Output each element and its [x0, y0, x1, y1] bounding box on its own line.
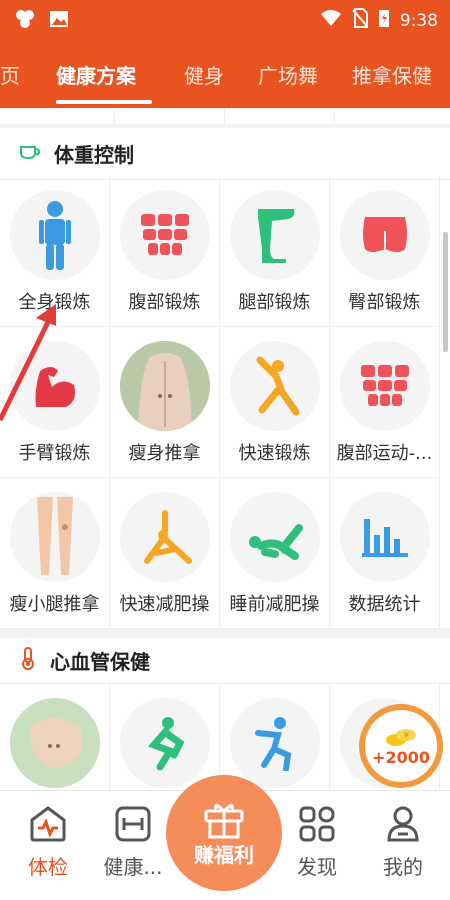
nav-health[interactable]: 健康... — [88, 803, 178, 880]
section-title: 体重控制 — [54, 143, 134, 167]
arm-muscle-icon — [35, 367, 75, 407]
grid-item-quick-exercise[interactable]: 快速锻炼 — [220, 327, 330, 478]
abs-icon — [140, 214, 189, 255]
tab-home[interactable]: 页 — [0, 60, 20, 89]
calf-massage-photo — [36, 497, 73, 575]
grid-item-arms[interactable]: 手臂锻炼 — [0, 327, 110, 478]
foot-massage-photo — [9, 698, 100, 788]
bottom-navigation: 体检 健康... 赚福利 发现 我的 — [0, 775, 450, 900]
nav-label: 体检 — [28, 855, 68, 879]
grid-item-bedtime-workout[interactable]: 睡前减肥操 — [220, 478, 330, 629]
tab-massage[interactable]: 推拿保健 — [352, 60, 432, 89]
nav-earn-rewards[interactable]: 赚福利 — [166, 775, 282, 891]
clock-time: 9:38 — [399, 10, 438, 31]
bar-chart-icon — [361, 519, 408, 557]
grid-item-label: 快速减肥操 — [119, 594, 210, 615]
grid-item-label: 手臂锻炼 — [18, 443, 91, 464]
svg-text:¥: ¥ — [404, 731, 409, 740]
yoga-triangle-icon — [143, 510, 192, 564]
nav-label: 赚福利 — [194, 842, 254, 867]
nav-label: 我的 — [383, 855, 423, 879]
wifi-icon — [320, 9, 342, 32]
nav-me[interactable]: 我的 — [358, 803, 448, 880]
back-massage-photo — [119, 341, 210, 431]
discover-grid-icon — [299, 806, 335, 842]
section-title: 心血管保健 — [50, 650, 150, 674]
gold-coins-icon: ¥ — [386, 728, 416, 746]
grid-item-fast-slim-workout[interactable]: 快速减肥操 — [110, 478, 220, 629]
nav-label: 健康... — [103, 855, 163, 879]
full-body-figure-icon — [38, 201, 71, 270]
grid-item-label: 腿部锻炼 — [238, 292, 311, 313]
weight-grid: 全身锻炼 腹部锻炼 腿部锻炼 臀部锻炼 手臂锻炼 瘦身推拿 快速锻炼 腹部运动-… — [0, 176, 440, 629]
hip-icon — [362, 217, 407, 252]
grid-item-hips[interactable]: 臀部锻炼 — [330, 176, 440, 327]
grid-item-label: 腹部运动-... — [336, 443, 433, 464]
status-bar: 9:38 — [0, 0, 450, 38]
grid-item-label: 全身锻炼 — [18, 292, 91, 313]
abs-icon — [360, 365, 409, 406]
stretch-figure-icon — [256, 356, 299, 416]
dumbbell-icon — [115, 806, 151, 842]
previous-grid-remnant — [0, 108, 450, 124]
grid-item-legs[interactable]: 腿部锻炼 — [220, 176, 330, 327]
nav-discover[interactable]: 发现 — [272, 803, 362, 880]
grid-item-label: 瘦小腿推拿 — [9, 594, 100, 615]
grid-item-label: 睡前减肥操 — [229, 594, 320, 615]
user-icon — [387, 806, 419, 842]
grid-item-foot-massage[interactable] — [0, 684, 110, 790]
nav-checkup[interactable]: 体检 — [3, 803, 93, 880]
section-header: 体重控制 — [0, 128, 450, 180]
grid-item-abs[interactable]: 腹部锻炼 — [110, 176, 220, 327]
grid-item-label: 快速锻炼 — [238, 443, 311, 464]
grid-item-label: 腹部锻炼 — [128, 292, 201, 313]
tab-square-dance[interactable]: 广场舞 — [258, 60, 318, 89]
no-sim-icon — [352, 8, 368, 33]
image-notification-icon — [48, 8, 70, 34]
nav-label: 发现 — [297, 855, 337, 879]
coin-value: +2000 — [372, 747, 430, 767]
app-notification-icon — [14, 8, 36, 34]
grid-item-label: 数据统计 — [348, 594, 421, 615]
grid-item-label: 瘦身推拿 — [128, 443, 201, 464]
grid-item-full-body[interactable]: 全身锻炼 — [0, 176, 110, 327]
grid-item-squat[interactable] — [220, 684, 330, 790]
tab-fitness[interactable]: 健身 — [184, 60, 224, 89]
grid-item-kneel[interactable] — [110, 684, 220, 790]
grid-item-statistics[interactable]: 数据统计 — [330, 478, 440, 629]
thermometer-icon — [18, 646, 38, 675]
floor-exercise-icon — [248, 524, 303, 560]
grid-item-abs-movement[interactable]: 腹部运动-... — [330, 327, 440, 478]
grid-item-calf-massage[interactable]: 瘦小腿推拿 — [0, 478, 110, 629]
squat-figure-icon — [254, 717, 291, 771]
scrollbar[interactable] — [443, 232, 448, 352]
tab-health-plan[interactable]: 健康方案 — [56, 60, 136, 89]
coin-reward-badge[interactable]: ¥ +2000 — [359, 704, 443, 788]
grid-item-label: 臀部锻炼 — [348, 292, 421, 313]
kneel-figure-icon — [147, 717, 184, 771]
leg-icon — [257, 209, 294, 263]
weight-control-section: 体重控制 全身锻炼 腹部锻炼 腿部锻炼 臀部锻炼 手臂锻炼 瘦身推拿 快速锻炼 … — [0, 128, 450, 629]
cup-icon — [18, 141, 42, 166]
grid-item-slim-massage[interactable]: 瘦身推拿 — [110, 327, 220, 478]
checkup-home-icon — [30, 806, 66, 842]
battery-icon — [378, 8, 390, 33]
section-header: 心血管保健 — [0, 638, 450, 684]
category-tabs: 页 健康方案 健身 广场舞 推拿保健 — [0, 38, 450, 108]
gift-box-icon — [204, 803, 244, 838]
active-tab-indicator — [56, 100, 152, 104]
